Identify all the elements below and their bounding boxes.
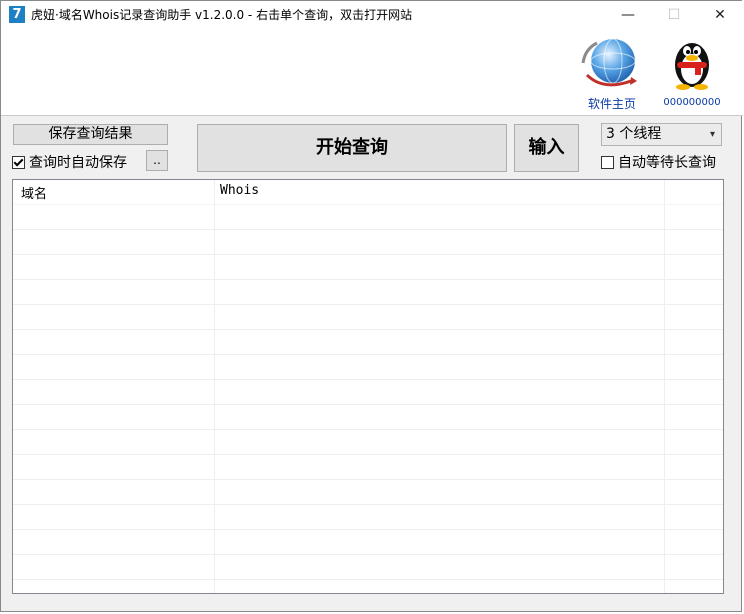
auto-save-label: 查询时自动保存 bbox=[29, 155, 127, 171]
main-window: 7 虎妞·域名Whois记录查询助手 v1.2.0.0 - 右击单个查询，双击打… bbox=[0, 0, 743, 612]
start-query-button[interactable]: 开始查询 bbox=[197, 124, 507, 172]
column-header-domain[interactable]: 域名 bbox=[21, 183, 47, 202]
column-divider bbox=[664, 180, 665, 593]
table-row bbox=[13, 429, 723, 430]
table-row bbox=[13, 479, 723, 480]
table-row bbox=[13, 404, 723, 405]
header-divider bbox=[13, 204, 723, 205]
thread-count-value: 3 个线程 bbox=[606, 126, 662, 142]
header-area: 软件主页 000000000 bbox=[1, 29, 743, 116]
table-row bbox=[13, 354, 723, 355]
globe-icon[interactable] bbox=[579, 35, 643, 93]
table-row bbox=[13, 279, 723, 280]
table-row bbox=[13, 229, 723, 230]
table-row bbox=[13, 454, 723, 455]
title-bar[interactable]: 7 虎妞·域名Whois记录查询助手 v1.2.0.0 - 右击单个查询，双击打… bbox=[1, 1, 743, 29]
checkbox-unchecked-icon[interactable] bbox=[601, 155, 614, 169]
table-row bbox=[13, 579, 723, 580]
qq-number-link[interactable]: 000000000 bbox=[661, 97, 723, 108]
table-row bbox=[13, 304, 723, 305]
qq-penguin-icon[interactable] bbox=[669, 35, 715, 91]
column-header-whois[interactable]: Whois bbox=[220, 183, 259, 198]
wait-long-query-checkbox[interactable]: 自动等待长查询 bbox=[601, 152, 716, 172]
table-row bbox=[13, 554, 723, 555]
table-row bbox=[13, 529, 723, 530]
table-row bbox=[13, 329, 723, 330]
table-row bbox=[13, 254, 723, 255]
thread-count-select[interactable]: 3 个线程 ▾ bbox=[601, 123, 722, 146]
browse-button[interactable]: .. bbox=[146, 150, 168, 171]
app-icon: 7 bbox=[9, 6, 25, 23]
save-results-button[interactable]: 保存查询结果 bbox=[13, 124, 168, 145]
results-table[interactable]: 域名 Whois bbox=[12, 179, 724, 594]
checkbox-checked-icon[interactable] bbox=[12, 155, 25, 169]
table-row bbox=[13, 504, 723, 505]
column-divider bbox=[214, 180, 215, 593]
minimize-button[interactable]: — bbox=[605, 1, 651, 29]
wait-long-query-label: 自动等待长查询 bbox=[618, 155, 716, 171]
close-button[interactable]: ✕ bbox=[697, 1, 743, 29]
table-row bbox=[13, 379, 723, 380]
window-title: 虎妞·域名Whois记录查询助手 v1.2.0.0 - 右击单个查询，双击打开网… bbox=[31, 8, 413, 22]
software-homepage-link[interactable]: 软件主页 bbox=[581, 95, 643, 112]
input-button[interactable]: 输入 bbox=[514, 124, 579, 172]
chevron-down-icon: ▾ bbox=[709, 129, 715, 140]
maximize-button[interactable]: ☐ bbox=[651, 1, 697, 29]
auto-save-checkbox[interactable]: 查询时自动保存 bbox=[12, 152, 127, 172]
